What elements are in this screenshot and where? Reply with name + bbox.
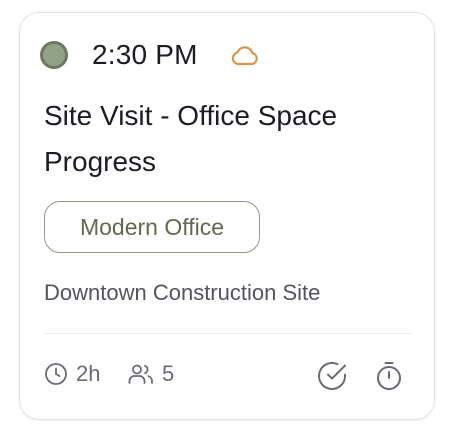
event-time: 2:30 PM xyxy=(92,39,198,70)
duration-value: 2h xyxy=(76,361,101,386)
cloud-icon xyxy=(231,46,258,66)
event-location: Downtown Construction Site xyxy=(44,280,321,305)
duration-meta: 2h xyxy=(44,361,100,387)
users-icon xyxy=(128,364,153,384)
clock-icon xyxy=(45,363,67,385)
check-circle-icon[interactable] xyxy=(316,360,348,392)
status-indicator xyxy=(40,41,68,69)
attendees-meta: 5 xyxy=(128,361,174,387)
divider xyxy=(44,333,412,334)
attendees-count: 5 xyxy=(162,361,175,386)
category-tag[interactable]: Modern Office xyxy=(44,201,260,253)
event-card[interactable]: 2:30 PM Site Visit - Office Space Progre… xyxy=(19,12,435,420)
timer-icon[interactable] xyxy=(373,360,405,392)
event-title: Site Visit - Office Space Progress xyxy=(44,100,338,177)
